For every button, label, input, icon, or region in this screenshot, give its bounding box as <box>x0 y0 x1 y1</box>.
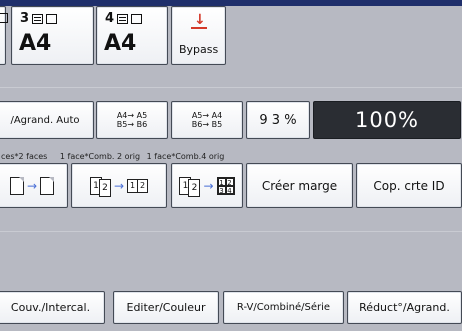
zoom-93-button[interactable]: 9 3 % <box>246 101 310 139</box>
arrow-right-icon: → <box>113 178 125 193</box>
duplex-2sided-button[interactable]: → <box>0 163 68 208</box>
enlarge-b6-b5-line2: B6→ B5 <box>191 120 223 129</box>
tray3-size: A4 <box>19 31 52 56</box>
combine-2-icon: 1 2 → 1 2 <box>89 175 149 197</box>
combined-page-1: 1 <box>217 177 226 187</box>
combined-4-page-icon: 1 2 3 4 <box>216 176 235 195</box>
duplex-combine-series-label: R-V/Combiné/Série <box>236 302 331 313</box>
reduce-enlarge-label: Réduct°/Agrand. <box>359 301 450 314</box>
page-icon <box>9 176 24 195</box>
combine-4-icon: 1 2 → 1 2 3 4 <box>179 175 235 197</box>
reduce-a4-a5-line1: A4→ A5 <box>116 111 148 120</box>
auto-enlarge-button[interactable]: /Agrand. Auto <box>0 101 94 139</box>
id-card-copy-label: Cop. crte ID <box>373 178 445 193</box>
duplex-label-2sided: ces*2 faces <box>1 152 48 161</box>
paper-tray-partial-button[interactable] <box>0 6 8 65</box>
edit-color-button[interactable]: Editer/Couleur <box>113 291 219 324</box>
paper-hollow-icon <box>0 13 8 23</box>
page-icon-2: 2 <box>188 178 201 197</box>
separator <box>0 87 462 88</box>
auto-enlarge-label: /Agrand. Auto <box>10 114 80 126</box>
paper-hollow-icon <box>46 13 58 24</box>
tray4-number: 4 <box>105 11 115 26</box>
bypass-label: Bypass <box>179 43 219 56</box>
duplex-label-comb4: 1 face*Comb.4 orig <box>146 152 225 161</box>
arrow-right-icon: → <box>203 178 214 193</box>
combined-page-icon: 1 2 <box>127 178 149 193</box>
tray3-number: 3 <box>20 11 30 26</box>
enlarge-a5-a4-line1: A5→ A4 <box>191 111 223 120</box>
paper-stack-icon <box>117 13 129 24</box>
cover-interleave-button[interactable]: Couv./Intercal. <box>0 291 105 324</box>
combined-page-2: 2 <box>139 180 146 190</box>
creer-marge-label: Créer marge <box>261 178 338 193</box>
paper-tray4-button[interactable]: 4 A4 <box>96 6 168 65</box>
bypass-tray-icon: ↓ <box>194 12 206 28</box>
duplex-combine-series-button[interactable]: R-V/Combiné/Série <box>223 291 344 324</box>
creer-marge-button[interactable]: Créer marge <box>246 163 353 208</box>
duplex-label-comb2: 1 face*Comb. 2 orig <box>59 152 141 161</box>
cover-interleave-label: Couv./Intercal. <box>10 301 91 314</box>
edit-color-label: Editer/Couleur <box>126 301 206 314</box>
paper-stack-icon <box>32 13 44 24</box>
zoom-100-button[interactable]: 100% <box>313 101 461 139</box>
combined-page-4: 4 <box>225 185 234 195</box>
separator <box>0 231 462 232</box>
duplex-row-labels: ces*2 faces 1 face*Comb. 2 orig 1 face*C… <box>1 152 224 161</box>
id-card-copy-button[interactable]: Cop. crte ID <box>356 163 462 208</box>
zoom-93-label: 9 3 % <box>259 112 297 128</box>
reduce-enlarge-button[interactable]: Réduct°/Agrand. <box>347 291 462 324</box>
combined-page-2: 2 <box>225 177 234 187</box>
reduce-b5-b6-line2: B5→ B6 <box>116 120 148 129</box>
paper-tray3-button[interactable]: 3 A4 <box>11 6 94 65</box>
paper-hollow-icon <box>131 13 143 24</box>
page-icon-2: 2 <box>98 178 111 197</box>
combine-2-button[interactable]: 1 2 → 1 2 <box>71 163 167 208</box>
reduce-a4-a5-button[interactable]: A4→ A5 B5→ B6 <box>96 101 168 139</box>
bypass-tray-icon-base <box>191 27 207 29</box>
enlarge-a5-a4-button[interactable]: A5→ A4 B6→ B5 <box>171 101 243 139</box>
combined-page-1: 1 <box>128 179 139 192</box>
combined-page-3: 3 <box>217 185 226 195</box>
page-flip-icon <box>40 176 55 195</box>
zoom-100-label: 100% <box>354 108 420 132</box>
arrow-right-icon: → <box>26 178 38 193</box>
tray4-size: A4 <box>104 31 137 56</box>
bypass-button[interactable]: ↓ Bypass <box>171 6 226 65</box>
combine-4-button[interactable]: 1 2 → 1 2 3 4 <box>171 163 243 208</box>
duplex-2sided-icon: → <box>9 176 55 195</box>
